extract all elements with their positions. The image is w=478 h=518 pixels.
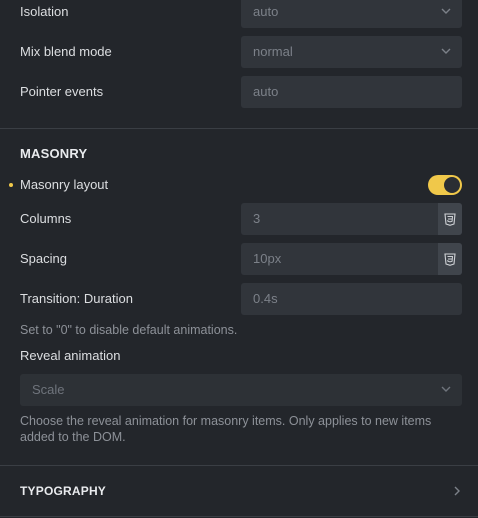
chevron-down-icon bbox=[441, 48, 451, 54]
transition-duration-label: Transition: Duration bbox=[20, 291, 133, 306]
spacing-placeholder: 10px bbox=[253, 251, 282, 266]
section-divider bbox=[0, 128, 478, 129]
css-icon-button[interactable] bbox=[438, 203, 462, 235]
pointer-events-placeholder: auto bbox=[253, 84, 279, 99]
css3-icon bbox=[444, 252, 456, 266]
chevron-down-icon bbox=[441, 8, 451, 14]
css-icon-button[interactable] bbox=[438, 243, 462, 275]
isolation-label: Isolation bbox=[20, 4, 69, 19]
modified-indicator-dot bbox=[9, 183, 13, 187]
columns-label: Columns bbox=[20, 211, 72, 226]
reveal-animation-help: Choose the reveal animation for masonry … bbox=[20, 414, 432, 444]
css3-icon bbox=[444, 212, 456, 226]
reveal-animation-select[interactable]: Scale bbox=[20, 374, 462, 406]
transition-duration-placeholder: 0.4s bbox=[253, 291, 278, 306]
transition-duration-help: Set to "0" to disable default animations… bbox=[20, 323, 238, 337]
spacing-label: Spacing bbox=[20, 251, 67, 266]
mix-blend-mode-select[interactable]: normal bbox=[241, 36, 462, 68]
columns-placeholder: 3 bbox=[253, 211, 261, 226]
reveal-animation-value: Scale bbox=[32, 382, 65, 397]
isolation-value: auto bbox=[253, 4, 279, 19]
isolation-select[interactable]: auto bbox=[241, 0, 462, 28]
toggle-knob bbox=[444, 177, 460, 193]
masonry-section-title: MASONRY bbox=[20, 146, 88, 161]
pointer-events-input[interactable]: auto bbox=[241, 76, 462, 108]
mix-blend-mode-label: Mix blend mode bbox=[20, 44, 112, 59]
masonry-layout-toggle[interactable] bbox=[428, 175, 462, 195]
chevron-right-icon bbox=[454, 486, 460, 496]
typography-section-title: TYPOGRAPHY bbox=[20, 484, 107, 498]
chevron-down-icon bbox=[441, 386, 451, 392]
typography-section-header[interactable]: TYPOGRAPHY bbox=[0, 466, 478, 516]
masonry-layout-label: Masonry layout bbox=[20, 177, 109, 192]
spacing-input[interactable]: 10px bbox=[241, 243, 462, 275]
reveal-animation-label: Reveal animation bbox=[20, 348, 121, 363]
mix-blend-mode-value: normal bbox=[253, 44, 293, 59]
section-divider bbox=[0, 516, 478, 517]
columns-input[interactable]: 3 bbox=[241, 203, 462, 235]
transition-duration-input[interactable]: 0.4s bbox=[241, 283, 462, 315]
pointer-events-label: Pointer events bbox=[20, 84, 104, 99]
